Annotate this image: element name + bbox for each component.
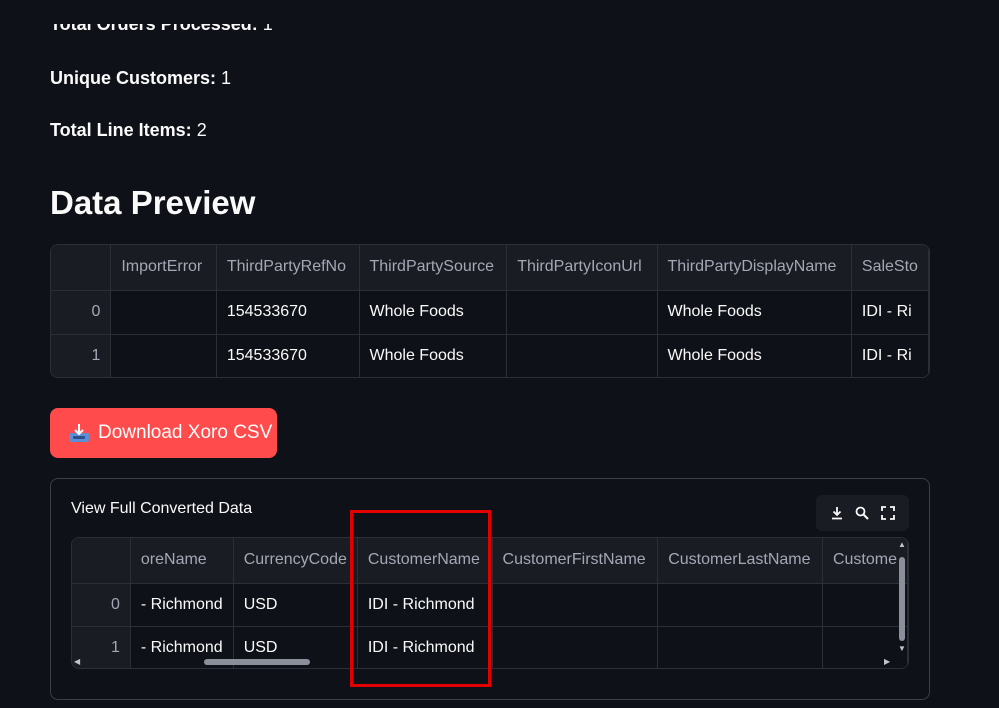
total-line-items-label: Total Line Items: <box>50 120 192 140</box>
column-header-thirdpartydisplayname[interactable]: ThirdPartyDisplayName <box>657 245 852 291</box>
column-header-customerfirstname[interactable]: CustomerFirstName <box>492 538 659 584</box>
table-cell[interactable] <box>110 334 217 377</box>
dataframe-toolbar <box>816 495 909 531</box>
table-cell[interactable]: 154533670 <box>216 334 360 377</box>
download-button-label: Download Xoro CSV <box>98 422 273 443</box>
total-orders-value: 1 <box>262 14 273 34</box>
column-header-thirdpartyrefno[interactable]: ThirdPartyRefNo <box>216 245 360 291</box>
column-header-customer[interactable]: Custome <box>822 538 908 584</box>
unique-customers-stat: Unique Customers: 1 <box>50 68 231 89</box>
vertical-scrollbar[interactable]: ▲ ▼ <box>897 541 907 659</box>
vertical-scroll-thumb[interactable] <box>899 557 905 641</box>
data-preview-table[interactable]: ImportError ThirdPartyRefNo ThirdPartySo… <box>50 244 930 378</box>
row-index: 1 <box>51 334 112 377</box>
scroll-right-arrow-icon[interactable]: ▶ <box>884 658 890 666</box>
table-cell[interactable] <box>506 334 658 377</box>
table-cell[interactable] <box>657 583 823 627</box>
column-header-currencycode[interactable]: CurrencyCode <box>233 538 358 584</box>
scroll-left-arrow-icon[interactable]: ◀ <box>74 658 80 666</box>
total-orders-label: Total Orders Processed: <box>50 14 258 34</box>
column-header-index[interactable] <box>51 245 112 291</box>
table-cell[interactable]: USD <box>233 583 358 627</box>
total-orders-stat: Total Orders Processed: 1 <box>50 14 273 35</box>
table-row: 0 - Richmond USD IDI - Richmond <box>72 583 908 627</box>
table-cell[interactable] <box>822 583 908 627</box>
column-header-salestore[interactable]: SaleSto <box>851 245 929 291</box>
column-header-index[interactable] <box>72 538 131 584</box>
horizontal-scrollbar[interactable]: ◀ ▶ <box>72 656 896 668</box>
table-cell[interactable] <box>110 290 217 335</box>
table-row: 1 154533670 Whole Foods Whole Foods IDI … <box>51 334 929 377</box>
total-line-items-value: 2 <box>196 120 207 140</box>
column-header-salestorename[interactable]: oreName <box>130 538 234 584</box>
column-header-thirdpartysource[interactable]: ThirdPartySource <box>359 245 508 291</box>
scroll-down-arrow-icon[interactable]: ▼ <box>898 645 906 653</box>
column-header-customername[interactable]: CustomerName <box>357 538 493 584</box>
download-icon[interactable] <box>829 505 845 521</box>
full-data-table[interactable]: oreName CurrencyCode CustomerName Custom… <box>71 537 909 669</box>
table-row: 0 154533670 Whole Foods Whole Foods IDI … <box>51 290 929 335</box>
row-index: 0 <box>72 583 131 627</box>
table-cell[interactable] <box>506 290 658 335</box>
table-cell[interactable] <box>492 583 659 627</box>
expander-title[interactable]: View Full Converted Data <box>71 500 252 518</box>
download-xoro-csv-button[interactable]: Download Xoro CSV <box>50 408 277 458</box>
table-cell[interactable]: IDI - Richmond <box>357 583 493 627</box>
row-index: 0 <box>51 290 112 335</box>
table-cell[interactable]: Whole Foods <box>657 290 852 335</box>
table-cell[interactable]: - Richmond <box>130 583 234 627</box>
table-cell[interactable]: 154533670 <box>216 290 360 335</box>
table-header-row: ImportError ThirdPartyRefNo ThirdPartySo… <box>51 245 929 291</box>
unique-customers-label: Unique Customers: <box>50 68 217 88</box>
horizontal-scroll-thumb[interactable] <box>204 659 310 665</box>
table-cell[interactable]: IDI - Ri <box>851 334 929 377</box>
inbox-tray-icon <box>68 423 90 443</box>
fullscreen-icon[interactable] <box>880 505 896 521</box>
column-header-thirdpartyiconurl[interactable]: ThirdPartyIconUrl <box>506 245 658 291</box>
total-line-items-stat: Total Line Items: 2 <box>50 120 207 141</box>
column-header-customerlastname[interactable]: CustomerLastName <box>657 538 823 584</box>
table-cell[interactable]: Whole Foods <box>359 290 508 335</box>
table-cell[interactable]: Whole Foods <box>657 334 852 377</box>
search-icon[interactable] <box>854 505 870 521</box>
page: Total Orders Processed: 1 Unique Custome… <box>0 0 999 708</box>
table-cell[interactable]: Whole Foods <box>359 334 508 377</box>
table-cell[interactable]: IDI - Ri <box>851 290 929 335</box>
scroll-up-arrow-icon[interactable]: ▲ <box>898 541 906 549</box>
unique-customers-value: 1 <box>221 68 232 88</box>
column-header-importerror[interactable]: ImportError <box>110 245 217 291</box>
table-header-row: oreName CurrencyCode CustomerName Custom… <box>72 538 908 584</box>
data-preview-heading: Data Preview <box>50 184 256 221</box>
